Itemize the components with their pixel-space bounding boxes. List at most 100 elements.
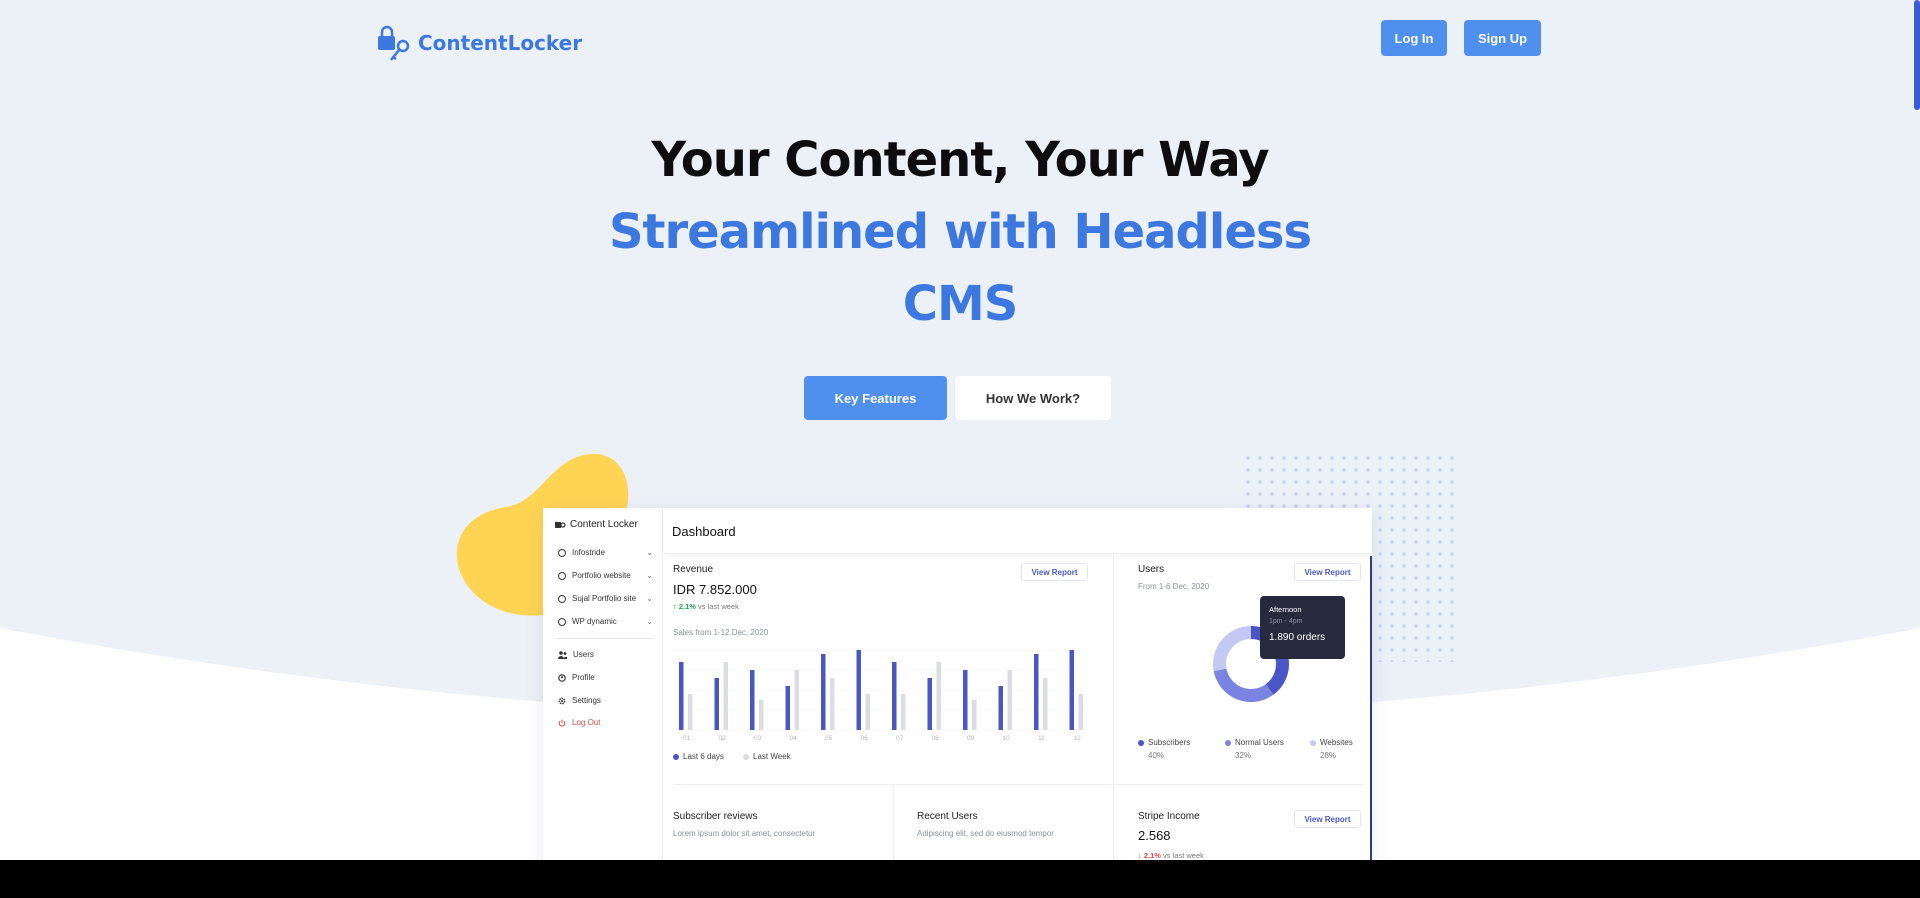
lock-key-icon	[555, 522, 566, 528]
stripe-income-title: Stripe Income	[1138, 811, 1200, 822]
sidebar-item-label: Infostride	[572, 548, 605, 557]
bar-current	[927, 678, 932, 730]
bar-previous	[936, 662, 941, 730]
bar-previous	[1078, 694, 1083, 730]
arrow-down-icon: ↓	[1138, 851, 1142, 860]
sidebar-item-settings[interactable]: Settings	[558, 696, 653, 705]
x-tick-label: 05	[825, 735, 833, 742]
dashboard-title: Dashboard	[672, 524, 736, 539]
sidebar-item-label: Users	[573, 650, 594, 659]
sidebar-item-label: Portfolio website	[572, 571, 631, 580]
sidebar-item-label: Settings	[572, 696, 601, 705]
x-tick-label: 11	[1038, 735, 1045, 742]
bar-current	[998, 686, 1003, 730]
x-tick-label: 02	[719, 735, 727, 742]
chevron-down-icon: ⌄	[646, 548, 653, 557]
revenue-delta: ↑ 2.1% vs last week	[673, 602, 739, 611]
revenue-delta-text: vs last week	[698, 602, 739, 611]
donut-slice-normal-users	[1213, 668, 1274, 702]
legend-swatch	[1138, 739, 1144, 746]
legend-swatch	[1310, 739, 1316, 746]
legend-label: Last 6 days	[683, 752, 724, 761]
hero-title-line-2: Streamlined with Headless	[608, 204, 1312, 260]
legend-last-6-days: Last 6 days	[673, 752, 724, 761]
gear-icon	[558, 697, 566, 704]
sidebar-item-sujal-portfolio[interactable]: Sujal Portfolio site ⌄	[558, 594, 653, 603]
tooltip-time: 1pm - 4pm	[1269, 618, 1303, 625]
legend-swatch	[743, 753, 749, 760]
legend-subscribers: Subscribers 40%	[1138, 738, 1190, 760]
legend-label: Subscribers	[1148, 738, 1191, 747]
legend-swatch	[1225, 739, 1231, 746]
signup-button[interactable]: Sign Up	[1464, 20, 1541, 56]
legend-label: Normal Users	[1235, 738, 1284, 747]
brand-logo[interactable]: ContentLocker	[376, 24, 582, 62]
bar-previous	[972, 699, 977, 730]
donut-slice-websites	[1213, 626, 1251, 672]
revenue-title: Revenue	[673, 564, 714, 575]
bar-current	[821, 654, 826, 730]
how-we-work-button[interactable]: How We Work?	[955, 376, 1111, 420]
dashboard-preview: Content Locker Infostride ⌄ Portfolio we…	[543, 508, 1372, 860]
sidebar-item-logout[interactable]: Log Out	[558, 718, 653, 727]
users-view-report-button[interactable]: View Report	[1294, 563, 1361, 581]
x-tick-label: 07	[896, 735, 904, 742]
divider	[673, 784, 1363, 785]
bar-current	[856, 650, 861, 730]
divider	[893, 785, 894, 860]
sidebar-item-label: WP dynamic	[572, 617, 617, 626]
profile-icon	[558, 673, 566, 682]
hero-title-line-3: CMS	[902, 276, 1019, 332]
sidebar-item-infostride[interactable]: Infostride ⌄	[558, 548, 653, 557]
revenue-view-report-button[interactable]: View Report	[1021, 563, 1088, 581]
x-tick-label: 08	[932, 735, 940, 742]
chevron-down-icon: ⌄	[646, 594, 653, 603]
legend-websites: Websites 28%	[1310, 738, 1353, 760]
chevron-down-icon: ⌄	[646, 571, 653, 580]
sidebar-item-profile[interactable]: Profile	[558, 673, 653, 682]
bar-current	[892, 662, 897, 730]
scrollbar-thumb[interactable]	[1914, 0, 1920, 110]
bar-current	[785, 686, 790, 730]
key-features-button[interactable]: Key Features	[804, 376, 947, 420]
sidebar-item-users[interactable]: Users	[558, 650, 653, 659]
bar-previous	[1007, 670, 1012, 730]
bar-previous	[688, 694, 693, 730]
x-tick-label: 06	[861, 735, 869, 742]
x-tick-label: 03	[754, 735, 762, 742]
lock-key-icon	[378, 25, 410, 61]
x-tick-label: 09	[967, 735, 975, 742]
tooltip-value: 1.890 orders	[1269, 632, 1326, 643]
x-tick-label: 10	[1003, 735, 1011, 742]
stripe-income-amount: 2.568	[1138, 828, 1171, 843]
bar-previous	[759, 699, 764, 730]
bar-current	[1069, 650, 1074, 730]
users-subtitle: From 1-6 Dec, 2020	[1138, 582, 1210, 591]
sidebar-item-portfolio-website[interactable]: Portfolio website ⌄	[558, 571, 653, 580]
bottom-black-bar	[0, 860, 1920, 898]
sidebar-item-label: Profile	[572, 673, 595, 682]
bar-previous	[830, 678, 835, 730]
stripe-view-report-button[interactable]: View Report	[1294, 810, 1361, 828]
bar-current	[1034, 654, 1039, 730]
bar-previous	[723, 662, 728, 730]
revenue-subtitle: Sales from 1-12 Dec, 2020	[673, 628, 769, 637]
sidebar-item-wp-dynamic[interactable]: WP dynamic ⌄	[558, 617, 653, 626]
revenue-delta-value: 2.1%	[678, 602, 696, 611]
legend-value: 32%	[1235, 751, 1252, 760]
tooltip-title: Afternoon	[1269, 605, 1302, 614]
site-icon	[558, 617, 566, 626]
bar-current	[679, 662, 684, 730]
bar-current	[714, 678, 719, 730]
users-title: Users	[1138, 564, 1165, 575]
legend-label: Websites	[1320, 738, 1353, 747]
x-tick-label: 04	[790, 735, 798, 742]
dashboard-brand-name: Content Locker	[570, 518, 638, 530]
divider	[1113, 555, 1114, 860]
x-tick-label: 12	[1074, 735, 1082, 742]
dashboard-sidebar: Content Locker Infostride ⌄ Portfolio we…	[543, 508, 663, 860]
chart-tooltip: Afternoon 1pm - 4pm 1.890 orders	[1260, 596, 1345, 659]
sidebar-item-label: Log Out	[572, 718, 601, 727]
login-button[interactable]: Log In	[1381, 20, 1447, 56]
arrow-up-icon: ↑	[673, 602, 677, 611]
